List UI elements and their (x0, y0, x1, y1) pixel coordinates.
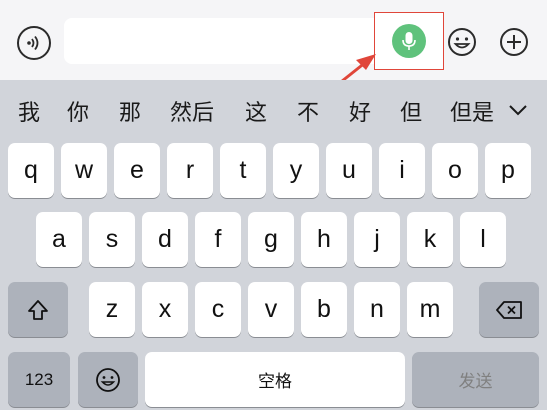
emoji-button[interactable] (446, 26, 478, 58)
candidate-item[interactable]: 好 (349, 95, 371, 127)
key-a[interactable]: a (36, 212, 82, 267)
emoji-key[interactable] (78, 352, 138, 407)
key-y[interactable]: y (273, 143, 319, 198)
key-label: m (419, 295, 441, 323)
key-x[interactable]: x (142, 282, 188, 337)
key-label: j (374, 225, 380, 253)
key-label: w (74, 156, 94, 184)
key-w[interactable]: w (61, 143, 107, 198)
key-o[interactable]: o (432, 143, 478, 198)
key-label: 发送 (458, 372, 493, 391)
key-label: q (24, 156, 38, 184)
send-key[interactable]: 发送 (412, 352, 539, 407)
numbers-key[interactable]: 123 (8, 352, 70, 407)
key-label: t (239, 156, 247, 184)
key-d[interactable]: d (142, 212, 188, 267)
key-label: 123 (24, 369, 54, 389)
key-m[interactable]: m (407, 282, 453, 337)
backspace-key[interactable] (479, 282, 539, 337)
key-label: c (211, 295, 225, 323)
key-t[interactable]: t (220, 143, 266, 198)
key-z[interactable]: z (89, 282, 135, 337)
candidate-item[interactable]: 然后 (170, 95, 214, 127)
key-label: i (399, 156, 405, 184)
key-label: y (289, 156, 303, 184)
key-i[interactable]: i (379, 143, 425, 198)
key-c[interactable]: c (195, 282, 241, 337)
shift-key[interactable] (8, 282, 68, 337)
plus-button[interactable] (498, 26, 530, 58)
key-label: n (370, 295, 384, 323)
key-label: x (158, 295, 172, 323)
key-g[interactable]: g (248, 212, 294, 267)
key-h[interactable]: h (301, 212, 347, 267)
key-label: g (264, 225, 278, 253)
space-key[interactable]: 空格 (145, 352, 405, 407)
key-e[interactable]: e (114, 143, 160, 198)
key-label: u (342, 156, 356, 184)
key-label: b (317, 295, 331, 323)
shift-icon (28, 299, 48, 320)
key-q[interactable]: q (8, 143, 54, 198)
key-label: e (130, 156, 144, 184)
key-label: p (501, 156, 515, 184)
expand-candidates-button[interactable] (498, 96, 538, 124)
voice-toggle-button[interactable] (17, 26, 51, 60)
candidate-item[interactable]: 你 (67, 95, 89, 127)
key-u[interactable]: u (326, 143, 372, 198)
candidate-item[interactable]: 那 (119, 95, 141, 127)
key-label: a (52, 225, 66, 253)
candidate-item[interactable]: 不 (297, 95, 319, 127)
key-l[interactable]: l (460, 212, 506, 267)
candidate-item[interactable]: 但 (400, 95, 422, 127)
key-j[interactable]: j (354, 212, 400, 267)
mic-highlight-box[interactable] (374, 12, 444, 70)
emoji-icon (96, 367, 120, 392)
chevron-down-icon (509, 105, 527, 116)
candidate-item[interactable]: 我 (18, 95, 40, 127)
candidate-bar: 我 你 那 然后 这 不 好 但 但是 (0, 80, 547, 138)
microphone-icon (402, 32, 416, 50)
candidate-item[interactable]: 但是 (450, 95, 494, 127)
key-label: s (105, 225, 119, 253)
key-v[interactable]: v (248, 282, 294, 337)
key-p[interactable]: p (485, 143, 531, 198)
key-label: z (105, 295, 119, 323)
key-label: l (480, 225, 486, 253)
backspace-icon (496, 300, 522, 319)
key-label: v (264, 295, 278, 323)
key-s[interactable]: s (89, 212, 135, 267)
emoji-icon (448, 28, 476, 56)
key-label: 空格 (258, 372, 292, 391)
mic-button[interactable] (392, 24, 426, 58)
key-label: h (317, 225, 331, 253)
chat-input-bar (0, 0, 547, 80)
key-label: k (423, 225, 437, 253)
key-r[interactable]: r (167, 143, 213, 198)
voice-wave-icon (27, 35, 39, 51)
key-n[interactable]: n (354, 282, 400, 337)
key-label: f (214, 225, 222, 253)
candidate-item[interactable]: 这 (245, 95, 267, 127)
plus-circle-icon (500, 28, 528, 56)
key-f[interactable]: f (195, 212, 241, 267)
key-b[interactable]: b (301, 282, 347, 337)
key-k[interactable]: k (407, 212, 453, 267)
key-label: r (185, 156, 195, 184)
key-label: o (448, 156, 462, 184)
key-label: d (158, 225, 172, 253)
